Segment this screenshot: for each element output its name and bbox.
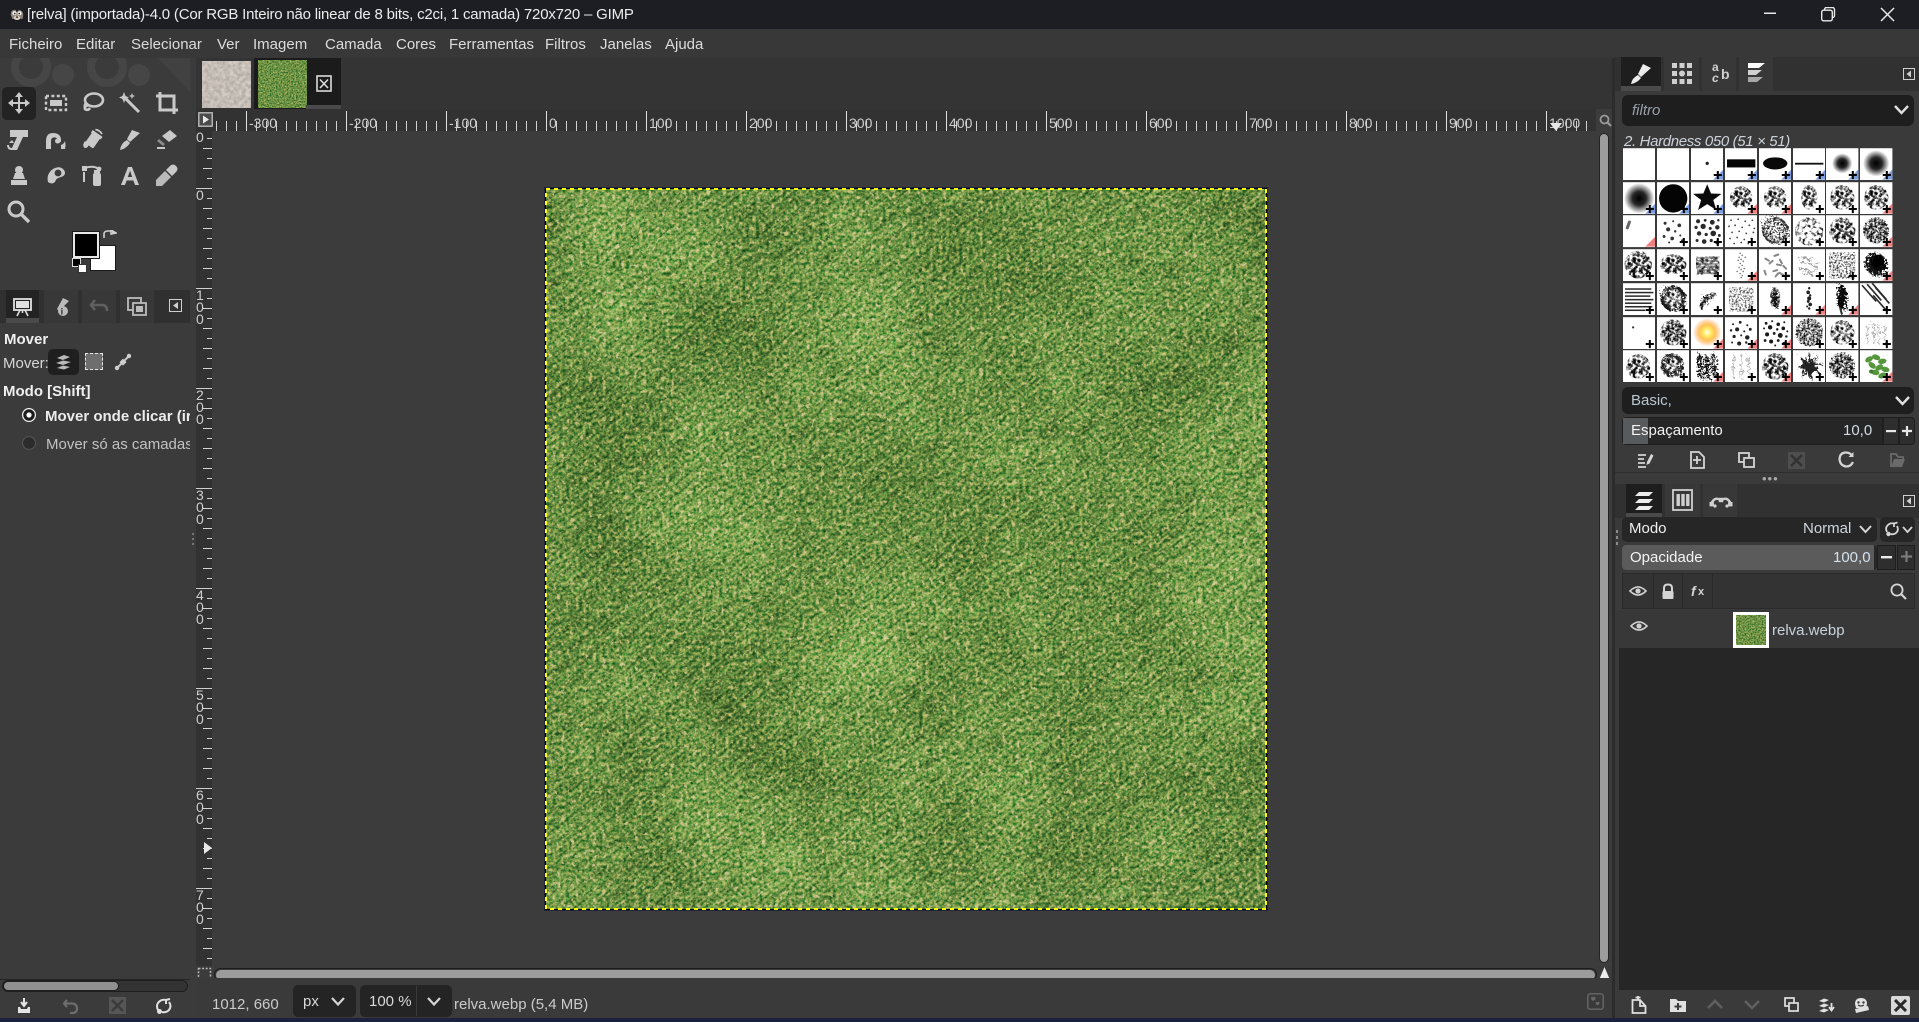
svg-text:i: i: [61, 307, 64, 317]
